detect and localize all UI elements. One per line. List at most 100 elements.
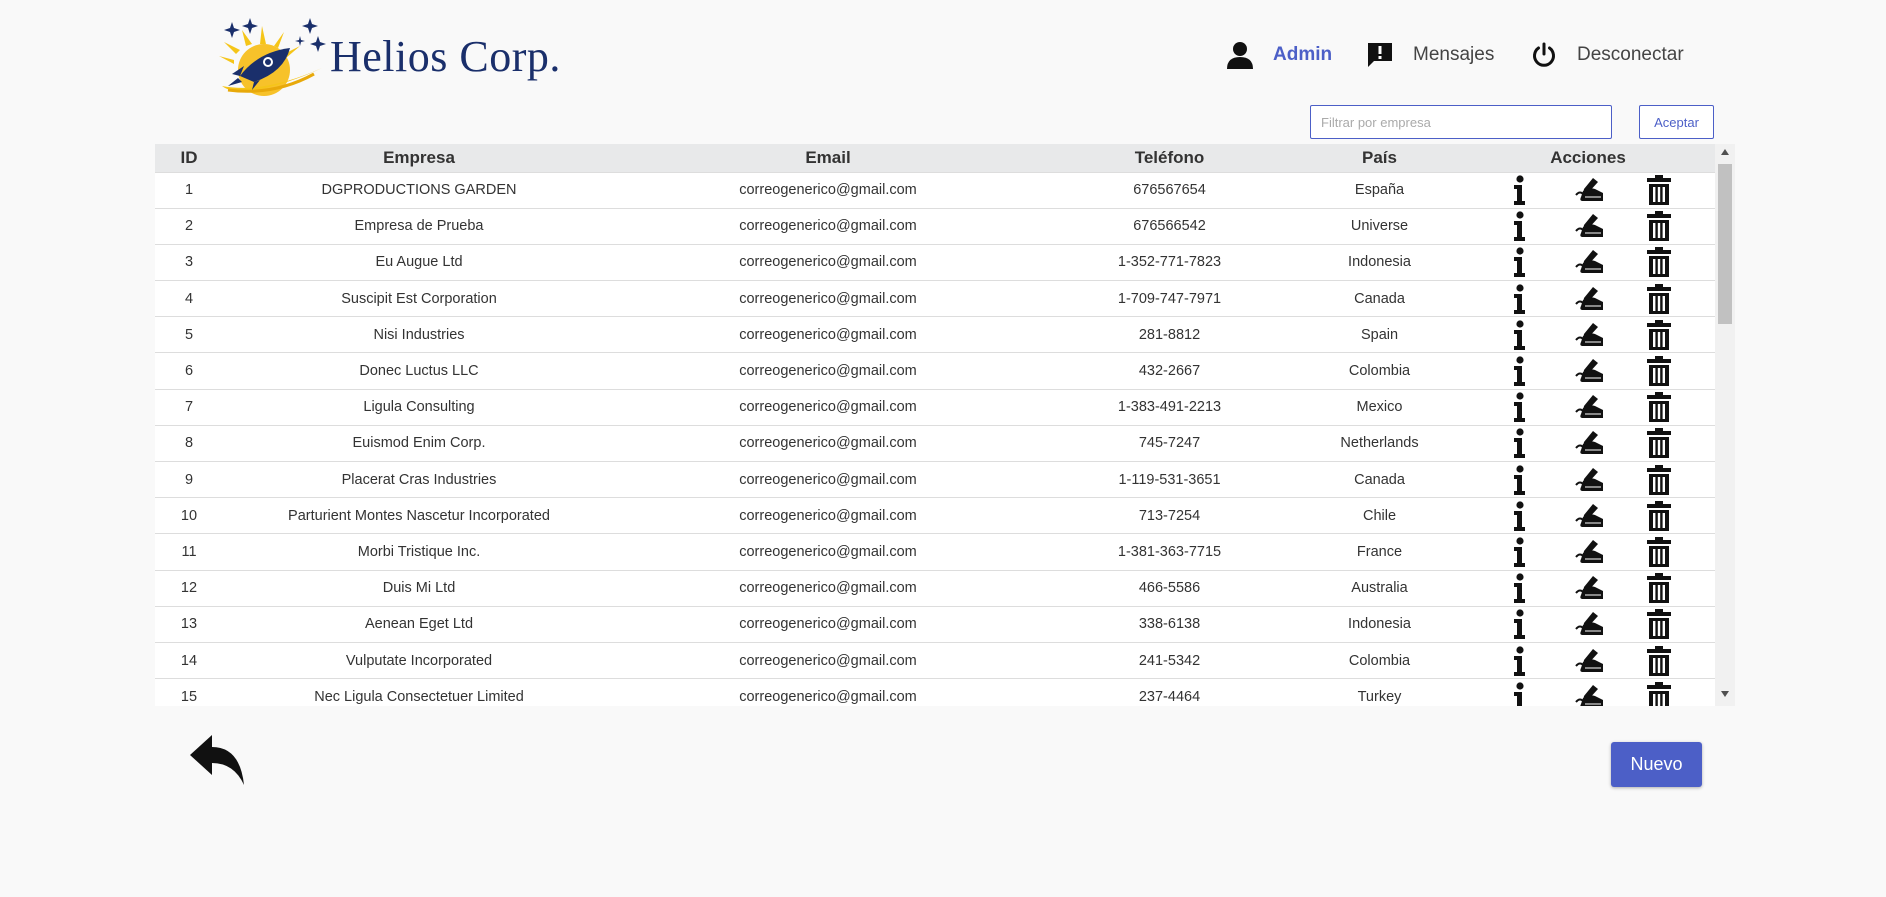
table-row[interactable]: 8 Euismod Enim Corp. correogenerico@gmail.… bbox=[155, 425, 1715, 461]
cell-empresa: Euismod Enim Corp. bbox=[352, 435, 486, 452]
trash-icon[interactable] bbox=[1643, 572, 1675, 604]
cell-empresa: Ligula Consulting bbox=[363, 399, 475, 416]
info-icon[interactable] bbox=[1504, 246, 1536, 278]
cell-id: 3 bbox=[184, 254, 194, 271]
trash-icon[interactable] bbox=[1643, 391, 1675, 423]
trash-icon[interactable] bbox=[1643, 536, 1675, 568]
table-row[interactable]: 14 Vulputate Incorporated correogenerico@g… bbox=[155, 642, 1715, 678]
cell-pais: España bbox=[1354, 182, 1405, 199]
trash-icon[interactable] bbox=[1643, 210, 1675, 242]
cell-empresa: Nec Ligula Consectetuer Limited bbox=[314, 688, 524, 705]
table-scrollbar[interactable] bbox=[1715, 144, 1735, 706]
cell-actions bbox=[1461, 570, 1715, 606]
cell-actions bbox=[1461, 679, 1715, 706]
cell-actions bbox=[1461, 642, 1715, 678]
cell-telefono: 237-4464 bbox=[1138, 688, 1201, 705]
edit-icon[interactable] bbox=[1574, 645, 1606, 677]
info-icon[interactable] bbox=[1504, 608, 1536, 640]
nav-messages[interactable]: Mensajes bbox=[1365, 38, 1494, 72]
info-icon[interactable] bbox=[1504, 210, 1536, 242]
info-icon[interactable] bbox=[1504, 355, 1536, 387]
table-row[interactable]: 3 Eu Augue Ltd correogenerico@gmail.com 1-3… bbox=[155, 244, 1715, 280]
scroll-down-arrow-icon[interactable] bbox=[1715, 690, 1735, 702]
trash-icon[interactable] bbox=[1643, 608, 1675, 640]
table-row[interactable]: 4 Suscipit Est Corporation correogenerico@… bbox=[155, 280, 1715, 317]
table-row[interactable]: 9 Placerat Cras Industries correogenerico@… bbox=[155, 461, 1715, 498]
cell-id: 1 bbox=[184, 182, 194, 199]
cell-actions bbox=[1461, 534, 1715, 570]
table-row[interactable]: 7 Ligula Consulting correogenerico@gmail.c… bbox=[155, 389, 1715, 425]
table-row[interactable]: 15 Nec Ligula Consectetuer Limited correog… bbox=[155, 678, 1715, 706]
edit-icon[interactable] bbox=[1574, 210, 1606, 242]
accept-filter-button[interactable]: Aceptar bbox=[1639, 105, 1714, 139]
edit-icon[interactable] bbox=[1574, 608, 1606, 640]
table-row[interactable]: 2 Empresa de Prueba correogenerico@gmail.c… bbox=[155, 208, 1715, 244]
edit-icon[interactable] bbox=[1574, 319, 1606, 351]
info-icon[interactable] bbox=[1504, 464, 1536, 496]
info-icon[interactable] bbox=[1504, 572, 1536, 604]
column-header-id: ID bbox=[180, 147, 198, 167]
info-icon[interactable] bbox=[1504, 536, 1536, 568]
info-icon[interactable] bbox=[1504, 681, 1536, 706]
trash-icon[interactable] bbox=[1643, 427, 1675, 459]
info-icon[interactable] bbox=[1504, 391, 1536, 423]
trash-icon[interactable] bbox=[1643, 319, 1675, 351]
company-filter-input[interactable] bbox=[1310, 105, 1612, 139]
trash-icon[interactable] bbox=[1643, 645, 1675, 677]
edit-icon[interactable] bbox=[1574, 283, 1606, 315]
cell-actions bbox=[1461, 425, 1715, 461]
trash-icon[interactable] bbox=[1643, 246, 1675, 278]
table-row[interactable]: 5 Nisi Industries correogenerico@gmail.com… bbox=[155, 316, 1715, 353]
edit-icon[interactable] bbox=[1574, 391, 1606, 423]
cell-telefono: 1-119-531-3651 bbox=[1118, 471, 1221, 488]
trash-icon[interactable] bbox=[1643, 464, 1675, 496]
edit-icon[interactable] bbox=[1574, 536, 1606, 568]
edit-icon[interactable] bbox=[1574, 572, 1606, 604]
edit-icon[interactable] bbox=[1574, 464, 1606, 496]
cell-pais: Universe bbox=[1350, 218, 1409, 235]
cell-telefono: 745-7247 bbox=[1138, 435, 1201, 452]
cell-actions bbox=[1461, 208, 1715, 244]
info-icon[interactable] bbox=[1504, 645, 1536, 677]
trash-icon[interactable] bbox=[1643, 355, 1675, 387]
info-icon[interactable] bbox=[1504, 500, 1536, 532]
new-company-button[interactable]: Nuevo bbox=[1611, 742, 1702, 787]
nav-messages-label: Mensajes bbox=[1413, 44, 1495, 65]
nav-admin-label: Admin bbox=[1273, 44, 1333, 65]
table-row[interactable]: 11 Morbi Tristique Inc. correogenerico@gma… bbox=[155, 533, 1715, 570]
table-row[interactable]: 13 Aenean Eget Ltd correogenerico@gmail.co… bbox=[155, 606, 1715, 642]
trash-icon[interactable] bbox=[1643, 174, 1675, 206]
table-row[interactable]: 10 Parturient Montes Nascetur Incorporate… bbox=[155, 497, 1715, 534]
cell-id: 6 bbox=[184, 363, 194, 380]
table-row[interactable]: 6 Donec Luctus LLC correogenerico@gmail.co… bbox=[155, 352, 1715, 389]
cell-empresa: Suscipit Est Corporation bbox=[341, 290, 497, 307]
scrollbar-thumb[interactable] bbox=[1718, 164, 1732, 324]
cell-empresa: Placerat Cras Industries bbox=[341, 471, 497, 488]
nav-logout[interactable]: Desconectar bbox=[1529, 38, 1684, 72]
edit-icon[interactable] bbox=[1574, 246, 1606, 278]
info-icon[interactable] bbox=[1504, 427, 1536, 459]
edit-icon[interactable] bbox=[1574, 500, 1606, 532]
table-row[interactable]: 12 Duis Mi Ltd correogenerico@gmail.com 466… bbox=[155, 570, 1715, 606]
edit-icon[interactable] bbox=[1574, 427, 1606, 459]
table-row[interactable]: 1 DGPRODUCTIONS GARDEN correogenerico@gmai… bbox=[155, 172, 1715, 208]
trash-icon[interactable] bbox=[1643, 500, 1675, 532]
edit-icon[interactable] bbox=[1574, 355, 1606, 387]
edit-icon[interactable] bbox=[1574, 174, 1606, 206]
cell-id: 9 bbox=[184, 471, 194, 488]
companies-table-container[interactable]: ID Empresa Email Teléfono País Acciones … bbox=[155, 144, 1735, 706]
trash-icon[interactable] bbox=[1643, 681, 1675, 706]
info-icon[interactable] bbox=[1504, 283, 1536, 315]
cell-empresa: Morbi Tristique Inc. bbox=[357, 543, 481, 560]
scroll-up-arrow-icon[interactable] bbox=[1715, 148, 1735, 160]
nav-logout-label: Desconectar bbox=[1577, 44, 1684, 65]
cell-telefono: 466-5586 bbox=[1138, 580, 1201, 597]
info-icon[interactable] bbox=[1504, 319, 1536, 351]
user-icon bbox=[1225, 40, 1255, 70]
edit-icon[interactable] bbox=[1574, 681, 1606, 706]
info-icon[interactable] bbox=[1504, 174, 1536, 206]
back-button[interactable] bbox=[188, 733, 248, 789]
cell-pais: Spain bbox=[1360, 326, 1399, 343]
trash-icon[interactable] bbox=[1643, 283, 1675, 315]
nav-admin[interactable]: Admin bbox=[1225, 38, 1332, 72]
